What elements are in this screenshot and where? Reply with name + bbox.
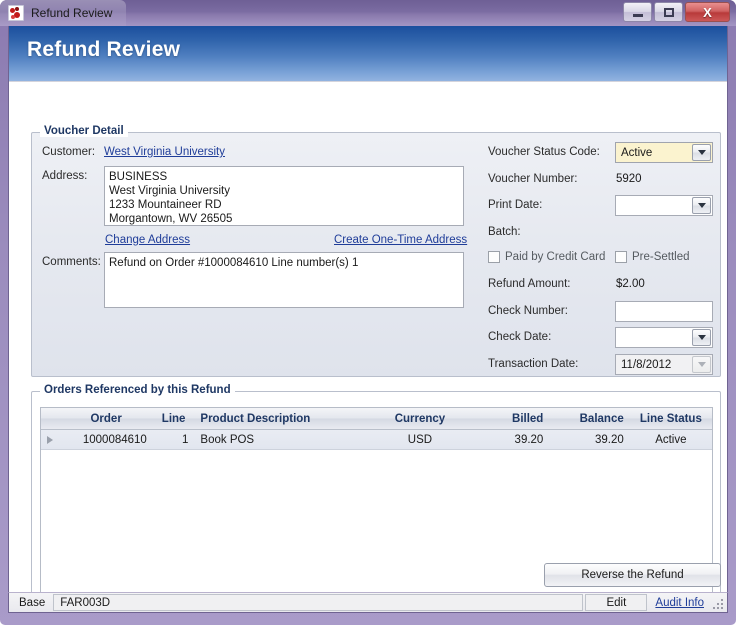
check-number-label: Check Number: — [488, 305, 568, 317]
window-title-text: Refund Review — [31, 6, 113, 20]
audit-info-link[interactable]: Audit Info — [647, 597, 710, 609]
column-header-currency[interactable]: Currency — [371, 413, 469, 425]
voucher-status-code-label: Voucher Status Code: — [488, 146, 600, 158]
reverse-refund-button[interactable]: Reverse the Refund — [544, 563, 721, 587]
cell-line-status: Active — [655, 433, 687, 446]
pre-settled-label: Pre-Settled — [632, 251, 690, 263]
minimize-button[interactable] — [623, 2, 652, 22]
voucher-detail-legend: Voucher Detail — [40, 125, 128, 137]
paid-by-credit-card-label: Paid by Credit Card — [505, 251, 606, 263]
paid-by-credit-card-checkbox[interactable]: Paid by Credit Card — [488, 251, 605, 263]
column-header-order[interactable]: Order — [59, 413, 152, 425]
column-header-line-status[interactable]: Line Status — [630, 413, 712, 425]
cell-product-description: Book POS — [200, 433, 255, 446]
print-date-value — [616, 196, 692, 215]
refund-amount-label: Refund Amount: — [488, 278, 571, 290]
cell-balance: 39.20 — [594, 433, 624, 446]
cell-line: 1 — [182, 433, 189, 446]
transaction-date-picker: 11/8/2012 — [615, 354, 713, 375]
voucher-status-code-select[interactable]: Active — [615, 142, 713, 163]
create-one-time-address-link[interactable]: Create One-Time Address — [334, 234, 467, 246]
row-selector-icon[interactable] — [41, 435, 59, 444]
client-area: Refund Review Voucher Detail Customer: W… — [8, 26, 728, 611]
voucher-number-value: 5920 — [616, 173, 642, 185]
minimize-icon — [632, 13, 643, 17]
cell-order: 1000084610 — [82, 433, 147, 446]
column-header-line[interactable]: Line — [153, 413, 195, 425]
checkbox-icon — [488, 251, 500, 263]
cell-currency: USD — [407, 433, 433, 446]
status-bar: Base FAR003D Edit Audit Info — [8, 592, 728, 613]
chevron-down-icon[interactable] — [692, 197, 711, 214]
refund-amount-value: $2.00 — [616, 278, 645, 290]
check-number-input[interactable] — [615, 301, 713, 322]
chevron-down-icon[interactable] — [692, 144, 711, 161]
edit-mode-cell: Edit — [585, 594, 648, 611]
check-date-picker[interactable] — [615, 327, 713, 348]
address-label: Address: — [42, 170, 88, 182]
maximize-icon — [663, 7, 674, 17]
change-address-link[interactable]: Change Address — [105, 234, 190, 246]
check-date-label: Check Date: — [488, 331, 552, 343]
customer-label: Customer: — [42, 146, 96, 158]
column-header-product-description[interactable]: Product Description — [194, 413, 371, 425]
page-title: Refund Review — [27, 38, 181, 61]
cell-billed: 39.20 — [514, 433, 544, 446]
chevron-down-icon — [692, 356, 711, 373]
pre-settled-checkbox[interactable]: Pre-Settled — [615, 251, 690, 263]
table-row[interactable]: 1000084610 1 Book POS USD 39.20 39.20 Ac… — [41, 430, 712, 450]
checkbox-icon — [615, 251, 627, 263]
orders-group-legend: Orders Referenced by this Refund — [40, 384, 235, 396]
column-header-billed[interactable]: Billed — [469, 413, 549, 425]
transaction-date-label: Transaction Date: — [488, 358, 579, 370]
close-button[interactable]: X — [685, 2, 730, 22]
transaction-date-value: 11/8/2012 — [616, 355, 692, 374]
maximize-button[interactable] — [654, 2, 683, 22]
customer-link[interactable]: West Virginia University — [104, 146, 225, 158]
comments-label: Comments: — [42, 256, 101, 268]
chevron-down-icon[interactable] — [692, 329, 711, 346]
address-field: BUSINESS West Virginia University 1233 M… — [104, 166, 464, 226]
app-logo-icon — [8, 5, 24, 21]
check-date-value — [616, 328, 692, 347]
comments-field[interactable]: Refund on Order #1000084610 Line number(… — [104, 252, 464, 308]
application-window: Refund Review X Refund Review Voucher De… — [0, 0, 736, 625]
window-controls: X — [623, 2, 730, 22]
print-date-picker[interactable] — [615, 195, 713, 216]
voucher-number-label: Voucher Number: — [488, 173, 578, 185]
close-icon: X — [703, 4, 712, 20]
print-date-label: Print Date: — [488, 199, 543, 211]
page-banner: Refund Review — [9, 26, 727, 82]
grid-header-row: Order Line Product Description Currency … — [41, 408, 712, 430]
form-body: Voucher Detail Customer: West Virginia U… — [9, 83, 727, 610]
window-title-tab: Refund Review — [0, 0, 127, 26]
base-value-field: FAR003D — [53, 594, 584, 611]
base-label: Base — [19, 596, 46, 609]
title-bar: Refund Review X — [0, 0, 736, 26]
batch-label: Batch: — [488, 226, 521, 238]
column-header-balance[interactable]: Balance — [549, 413, 629, 425]
voucher-detail-group: Voucher Detail Customer: West Virginia U… — [31, 125, 721, 377]
resize-grip-icon[interactable] — [710, 596, 724, 610]
voucher-status-code-value: Active — [616, 143, 692, 162]
